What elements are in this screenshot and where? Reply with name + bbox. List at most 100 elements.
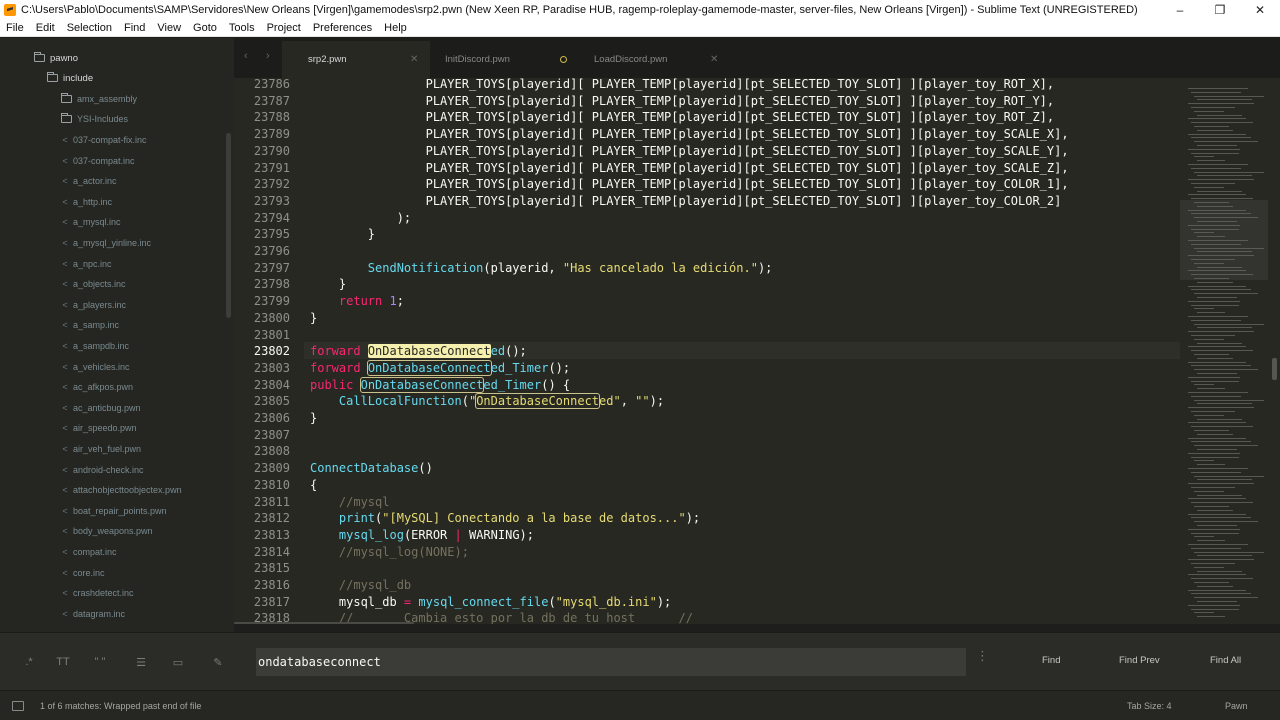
sidebar-file-item[interactable]: <037-compat.inc (61, 151, 134, 171)
find-prev-button[interactable]: Find Prev (1119, 655, 1160, 666)
sidebar-file-item[interactable]: < datagram.inc (61, 604, 125, 624)
sidebar-file-item[interactable]: < core.inc (61, 563, 104, 583)
menu-help[interactable]: Help (378, 22, 413, 34)
wrap-toggle-icon[interactable]: ☰ (130, 654, 152, 670)
sidebar-file-item[interactable]: < a_http.inc (61, 192, 112, 212)
sidebar-file-item[interactable]: < a_sampdb.inc (61, 336, 129, 356)
code-line[interactable]: return 1; (310, 293, 404, 310)
tab-back-icon[interactable]: ‹ (244, 50, 248, 62)
code-line[interactable]: forward OnDatabaseConnected(); (310, 343, 527, 360)
tab-initdiscord[interactable]: InitDiscord.pwn (430, 41, 578, 78)
menu-goto[interactable]: Goto (187, 22, 223, 34)
sidebar-folder-include[interactable]: include (47, 68, 93, 88)
code-line[interactable]: } (310, 410, 317, 427)
code-line[interactable]: ConnectDatabase() (310, 460, 433, 477)
panel-toggle-icon[interactable] (12, 701, 24, 711)
maximize-button[interactable]: ❐ (1200, 0, 1240, 20)
code-line[interactable]: //mysql_db (310, 577, 411, 594)
syntax-indicator[interactable]: Pawn (1225, 701, 1248, 711)
code-line[interactable]: CallLocalFunction("OnDatabaseConnected",… (310, 393, 664, 410)
sidebar-file-item[interactable]: < a_actor.inc (61, 171, 117, 191)
menu-file[interactable]: File (0, 22, 30, 34)
sidebar-file-item[interactable]: < a_vehicles.inc (61, 357, 129, 377)
menu-tools[interactable]: Tools (223, 22, 261, 34)
tab-close-icon[interactable]: ✕ (410, 54, 418, 65)
sidebar-file-item[interactable]: < compat.inc (61, 542, 116, 562)
code-line[interactable]: print("[MySQL] Conectando a la base de d… (310, 510, 700, 527)
horizontal-scrollbar[interactable] (234, 622, 414, 624)
find-button[interactable]: Find (1042, 655, 1060, 666)
sidebar-file-item[interactable]: < crashdetect.inc (61, 583, 133, 603)
menu-selection[interactable]: Selection (61, 22, 118, 34)
code-line[interactable]: { (310, 477, 317, 494)
code-line[interactable]: mysql_db = mysql_connect_file("mysql_db.… (310, 594, 671, 611)
code-line[interactable]: public OnDatabaseConnected_Timer() { (310, 376, 570, 394)
tab-loaddiscord[interactable]: LoadDiscord.pwn ✕ (578, 41, 726, 78)
menu-view[interactable]: View (151, 22, 187, 34)
sidebar-folder-amx-assembly[interactable]: amx_assembly (61, 89, 137, 109)
in-selection-toggle-icon[interactable]: ▭ (167, 654, 189, 670)
find-all-button[interactable]: Find All (1210, 655, 1241, 666)
code-line[interactable]: PLAYER_TOYS[playerid][ PLAYER_TEMP[playe… (310, 109, 1055, 126)
sidebar-file-item[interactable]: < a_samp.inc (61, 315, 119, 335)
code-line[interactable]: ); (310, 210, 411, 227)
code-line[interactable]: SendNotification(playerid, "Has cancelad… (310, 260, 773, 277)
sidebar-folder-ysi-includes[interactable]: YSI-Includes (61, 109, 128, 129)
sidebar-file-item[interactable]: < air_speedo.pwn (61, 418, 136, 438)
tab-close-icon[interactable]: ✕ (710, 54, 718, 65)
regex-toggle-icon[interactable]: .* (18, 654, 40, 670)
code-line[interactable]: PLAYER_TOYS[playerid][ PLAYER_TEMP[playe… (310, 176, 1069, 193)
tab-dirty-indicator-icon[interactable] (560, 56, 567, 63)
code-line[interactable]: PLAYER_TOYS[playerid][ PLAYER_TEMP[playe… (310, 93, 1055, 110)
minimap[interactable] (1180, 78, 1280, 624)
tab-srp2[interactable]: srp2.pwn ✕ (282, 41, 430, 78)
code-line[interactable]: } (310, 310, 317, 327)
sidebar-file-item[interactable]: < body_weapons.pwn (61, 521, 152, 541)
find-input[interactable] (256, 648, 966, 676)
find-more-icon[interactable]: ⋮ (976, 649, 989, 662)
minimap-line (1191, 213, 1251, 215)
code-line[interactable]: PLAYER_TOYS[playerid][ PLAYER_TEMP[playe… (310, 78, 1055, 93)
code-line[interactable]: //mysql_log(NONE); (310, 544, 469, 561)
code-line[interactable]: PLAYER_TOYS[playerid][ PLAYER_TEMP[playe… (310, 193, 1062, 210)
sidebar-file-item[interactable]: < air_veh_fuel.pwn (61, 439, 141, 459)
highlight-toggle-icon[interactable]: ✎ (207, 654, 229, 670)
close-button[interactable]: ✕ (1240, 0, 1280, 20)
sidebar-file-item[interactable]: < attachobjecttoobjectex.pwn (61, 480, 181, 500)
vertical-scrollbar[interactable] (1272, 358, 1277, 380)
sidebar-file-item[interactable]: < ac_anticbug.pwn (61, 398, 140, 418)
case-toggle-icon[interactable]: TT (52, 654, 74, 670)
sidebar-file-item[interactable]: < a_objects.inc (61, 274, 125, 294)
sidebar-file-item[interactable]: < a_mysql_yinline.inc (61, 233, 151, 253)
code-line[interactable]: PLAYER_TOYS[playerid][ PLAYER_TEMP[playe… (310, 160, 1069, 177)
sidebar-file-item[interactable]: <037-compat-fix.inc (61, 130, 146, 150)
menu-edit[interactable]: Edit (30, 22, 61, 34)
tab-forward-icon[interactable]: › (266, 50, 270, 62)
sidebar-folder-pawno[interactable]: pawno (34, 48, 78, 68)
menu-project[interactable]: Project (261, 22, 307, 34)
code-line[interactable]: PLAYER_TOYS[playerid][ PLAYER_TEMP[playe… (310, 126, 1069, 143)
menu-preferences[interactable]: Preferences (307, 22, 378, 34)
code-line[interactable]: forward OnDatabaseConnected_Timer(); (310, 359, 570, 377)
code-line[interactable]: } (310, 226, 375, 243)
sidebar-file-item[interactable]: < boat_repair_points.pwn (61, 501, 166, 521)
sidebar-file-item[interactable]: < a_mysql.inc (61, 212, 120, 232)
file-icon: < (62, 505, 68, 516)
sidebar-file-item[interactable]: < a_npc.inc (61, 254, 111, 274)
code-line[interactable]: PLAYER_TOYS[playerid][ PLAYER_TEMP[playe… (310, 143, 1069, 160)
sidebar-scrollbar[interactable] (226, 133, 231, 318)
code-line[interactable]: } (310, 276, 346, 293)
code-line[interactable]: //mysql (310, 494, 390, 511)
sidebar-file-item[interactable]: < android-check.inc (61, 460, 143, 480)
code-line[interactable]: mysql_log(ERROR | WARNING); (310, 527, 534, 544)
tab-size-indicator[interactable]: Tab Size: 4 (1127, 701, 1172, 711)
minimap-line (1191, 107, 1235, 108)
minimap-line (1188, 133, 1246, 135)
sidebar-file-label: a_actor.inc (73, 176, 117, 187)
code-editor[interactable]: 23786 23787 23788 23789 23790 23791 23792 23793… (234, 78, 1180, 624)
whole-word-toggle-icon[interactable]: " " (89, 654, 111, 670)
sidebar-file-item[interactable]: < a_players.inc (61, 295, 126, 315)
menu-find[interactable]: Find (118, 22, 151, 34)
sidebar-file-item[interactable]: < ac_afkpos.pwn (61, 377, 133, 397)
minimize-button[interactable]: – (1160, 0, 1200, 20)
